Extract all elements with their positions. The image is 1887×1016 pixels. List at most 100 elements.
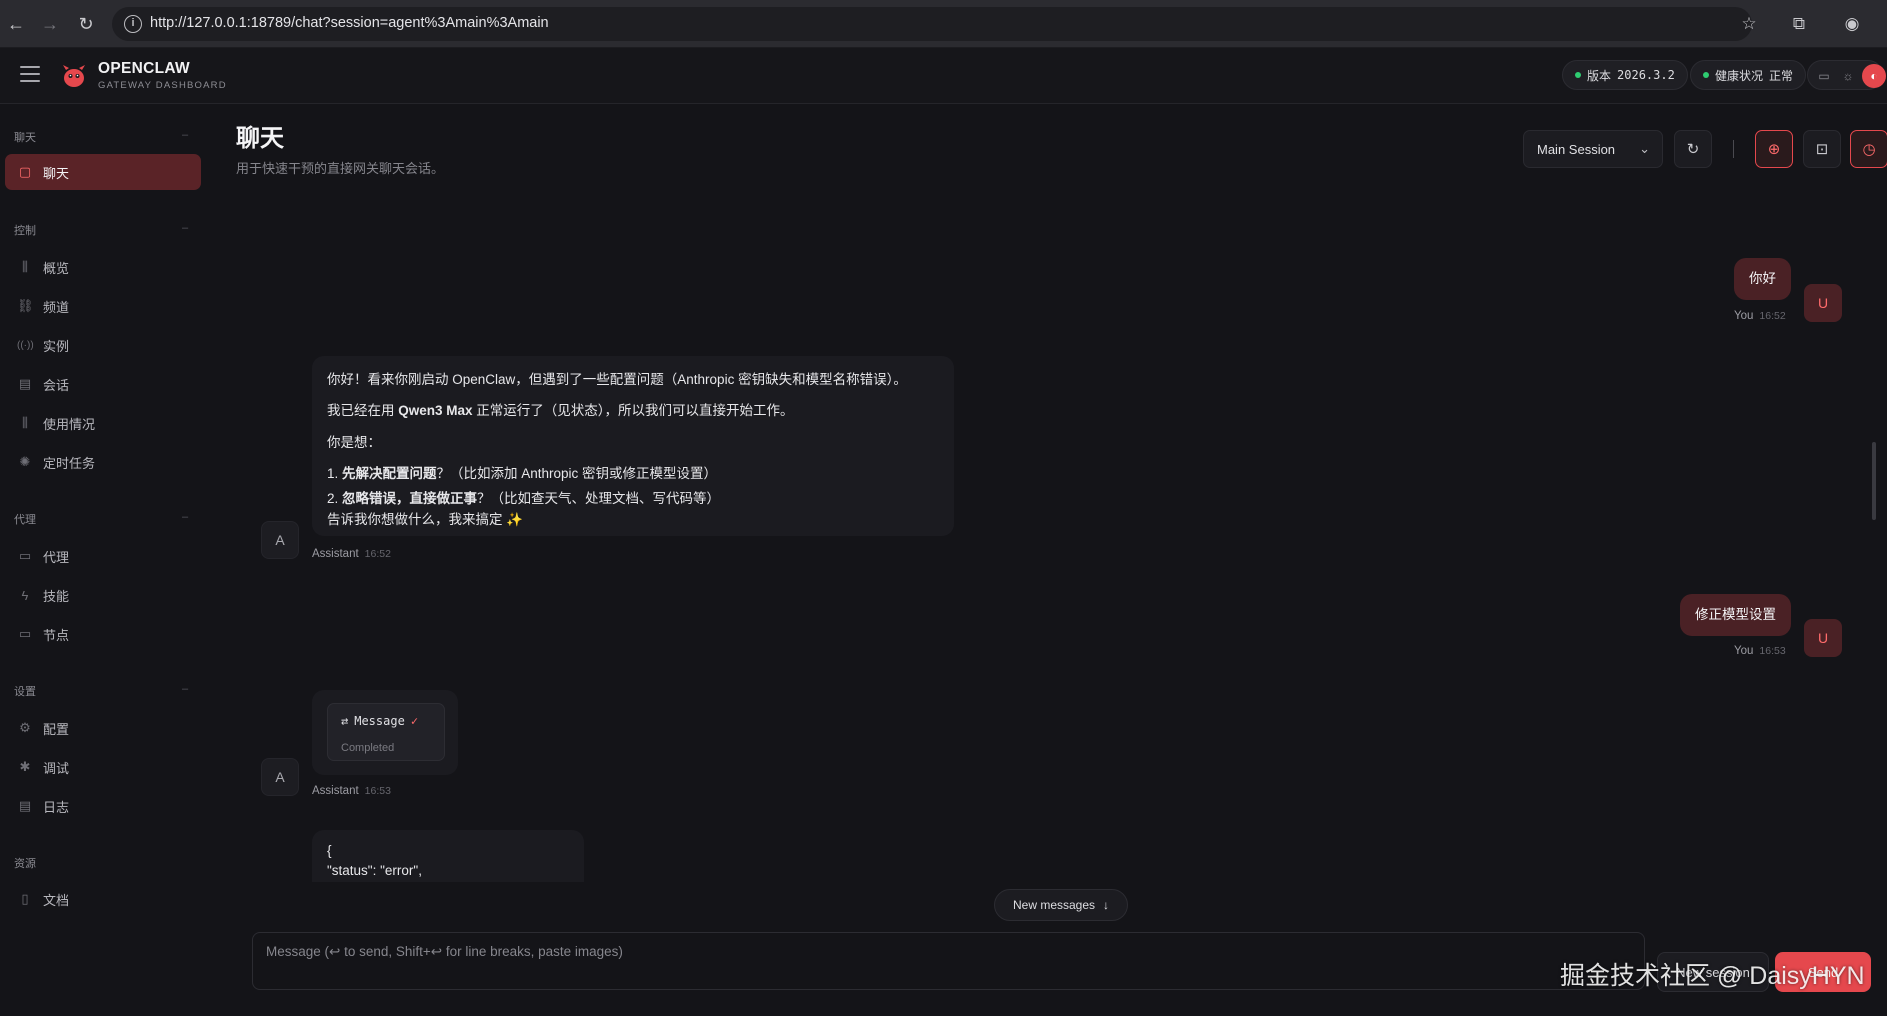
collapse-icon[interactable]: – [182, 222, 188, 234]
assistant-message-bubble: { "status": "error", [312, 830, 584, 882]
message-text: 告诉我你想做什么，我来搞定 ✨ [327, 512, 524, 527]
sidebar-section-agents[interactable]: 代理 – [14, 511, 188, 527]
sidebar-item-label: 节点 [43, 627, 70, 643]
message-text: 你好！看来你刚启动 OpenClaw，但遇到了一些配置问题（Anthropic … [327, 372, 907, 387]
thinking-toggle-button[interactable]: ⊕ [1755, 130, 1793, 168]
message-text: 你是想： [327, 435, 381, 450]
collapse-icon[interactable]: – [182, 511, 188, 523]
brain-icon: ⊕ [1767, 141, 1781, 158]
assistant-avatar: A [261, 521, 299, 559]
section-title: 设置 [14, 686, 36, 698]
url-text[interactable]: http://127.0.0.1:18789/chat?session=agen… [150, 15, 549, 31]
sidebar-item-debug[interactable]: ✱ 调试 [5, 749, 201, 785]
profile-icon[interactable]: ◉ [1840, 12, 1864, 36]
refresh-button[interactable]: ↻ [1674, 130, 1712, 168]
message-time: 16:53 [364, 785, 391, 797]
version-value: 2026.3.2 [1617, 68, 1675, 82]
sidebar-item-label: 使用情况 [43, 416, 96, 432]
focus-mode-button[interactable]: ⊡ [1803, 130, 1841, 168]
usage-chart-icon: ⫼ [22, 415, 28, 430]
sidebar-item-skills[interactable]: ϟ 技能 [5, 577, 201, 613]
book-icon: ▯ [21, 891, 29, 906]
assistant-message-bubble: 你好！看来你刚启动 OpenClaw，但遇到了一些配置问题（Anthropic … [312, 356, 954, 536]
sidebar-item-label: 技能 [43, 588, 70, 604]
health-badge: 健康状况 正常 [1690, 60, 1807, 90]
site-info-icon[interactable]: i [124, 15, 142, 33]
health-dot-icon [1703, 72, 1709, 78]
extensions-icon[interactable]: ⧉ [1787, 12, 1811, 36]
sidebar-item-chat[interactable]: ▢ 聊天 [5, 154, 201, 190]
new-messages-button[interactable]: New messages ↓ [994, 889, 1128, 921]
sidebar-item-label: 会话 [43, 377, 70, 393]
message-text: 你好 [1749, 271, 1776, 286]
menu-icon[interactable] [20, 66, 40, 82]
new-messages-label: New messages [1012, 898, 1096, 912]
loader-icon: ✺ [19, 454, 31, 469]
tool-name-text: Message [354, 714, 405, 728]
cron-toggle-button[interactable]: ◷ [1850, 130, 1887, 168]
focus-icon: ⊡ [1815, 141, 1829, 158]
message-meta: Assistant 16:53 [312, 785, 391, 797]
session-select[interactable]: Main Session ⌄ [1523, 130, 1663, 168]
forward-icon[interactable]: → [38, 12, 62, 36]
section-title: 代理 [14, 514, 36, 526]
page-subtitle: 用于快速干预的直接网关聊天会话。 [236, 161, 445, 176]
sidebar-item-cron[interactable]: ✺ 定时任务 [5, 444, 201, 480]
sidebar-item-label: 概览 [43, 260, 70, 276]
sidebar-item-channels[interactable]: ⛓ 频道 [5, 288, 201, 324]
chevron-down-icon: ⌄ [1639, 141, 1650, 156]
sidebar-item-label: 定时任务 [43, 455, 96, 471]
sun-theme-icon[interactable]: ☼ [1838, 66, 1858, 86]
scrollbar-thumb[interactable] [1872, 442, 1876, 520]
app-topbar: OPENCLAW GATEWAY DASHBOARD 版本 2026.3.2 健… [0, 48, 1887, 104]
message-sender: Assistant [312, 548, 359, 560]
collapse-icon[interactable]: – [182, 129, 188, 141]
sidebar-section-settings[interactable]: 设置 – [14, 683, 188, 699]
sidebar-item-label: 频道 [43, 299, 70, 315]
sidebar-item-agents[interactable]: ▭ 代理 [5, 538, 201, 574]
address-bar[interactable]: i http://127.0.0.1:18789/chat?session=ag… [112, 7, 1752, 41]
sidebar-item-overview[interactable]: ⫼ 概览 [5, 249, 201, 285]
session-select-value: Main Session [1537, 141, 1616, 157]
sidebar-item-sessions[interactable]: ▤ 会话 [5, 366, 201, 402]
clock-icon: ◷ [1862, 141, 1876, 158]
version-badge: 版本 2026.3.2 [1562, 60, 1688, 90]
message-time: 16:53 [1759, 645, 1786, 657]
message-text: 修正模型设置 [1695, 607, 1776, 622]
link-icon: ⛓ [17, 298, 34, 313]
settings-icon: ⚙ [19, 720, 31, 735]
tool-name: ⇄ Message ✓ [341, 714, 418, 728]
sidebar-item-nodes[interactable]: ▭ 节点 [5, 616, 201, 652]
bar-chart-icon: ⫼ [22, 259, 28, 274]
sidebar-section-resources[interactable]: 资源 [14, 855, 36, 871]
tool-status: Completed [341, 742, 395, 754]
moon-theme-icon[interactable]: ◐ [1862, 64, 1886, 88]
back-icon[interactable]: ← [4, 12, 28, 36]
health-label: 健康状况 [1715, 68, 1764, 83]
sidebar-item-config[interactable]: ⚙ 配置 [5, 710, 201, 746]
arrow-down-icon: ↓ [1103, 898, 1110, 912]
message-input[interactable]: Message (↩ to send, Shift+↩ for line bre… [252, 932, 1645, 990]
star-icon[interactable]: ☆ [1737, 12, 1761, 36]
tool-call-card[interactable]: ⇄ Message ✓ Completed [327, 703, 445, 761]
sidebar-item-logs[interactable]: ▤ 日志 [5, 788, 201, 824]
message-sender: Assistant [312, 785, 359, 797]
user-message-bubble: 你好 [1734, 258, 1791, 300]
collapse-icon[interactable]: – [182, 683, 188, 695]
sidebar-item-usage[interactable]: ⫼ 使用情况 [5, 405, 201, 441]
sidebar: 聊天 – ▢ 聊天 控制 – ⫼ 概览 ⛓ 频道 ((·)) 实例 ▤ 会话 ⫼ 使用情况 ✺ 定… [0, 105, 210, 1016]
sidebar-item-instances[interactable]: ((·)) 实例 [5, 327, 201, 363]
message-time: 16:52 [364, 548, 391, 560]
sidebar-section-control[interactable]: 控制 – [14, 222, 188, 238]
sidebar-item-docs[interactable]: ▯ 文档 [5, 881, 201, 917]
sidebar-item-label: 调试 [43, 760, 70, 776]
monitor-theme-icon[interactable]: ▭ [1814, 66, 1834, 86]
zap-icon: ϟ [21, 587, 29, 603]
health-value: 正常 [1769, 68, 1794, 83]
code-line: { [327, 843, 332, 858]
brand-subtitle: GATEWAY DASHBOARD [98, 80, 227, 91]
chat-icon: ▢ [18, 164, 32, 179]
sidebar-section-chat[interactable]: 聊天 – [14, 129, 188, 145]
reload-icon[interactable]: ↻ [74, 12, 98, 36]
user-avatar: U [1804, 619, 1842, 657]
